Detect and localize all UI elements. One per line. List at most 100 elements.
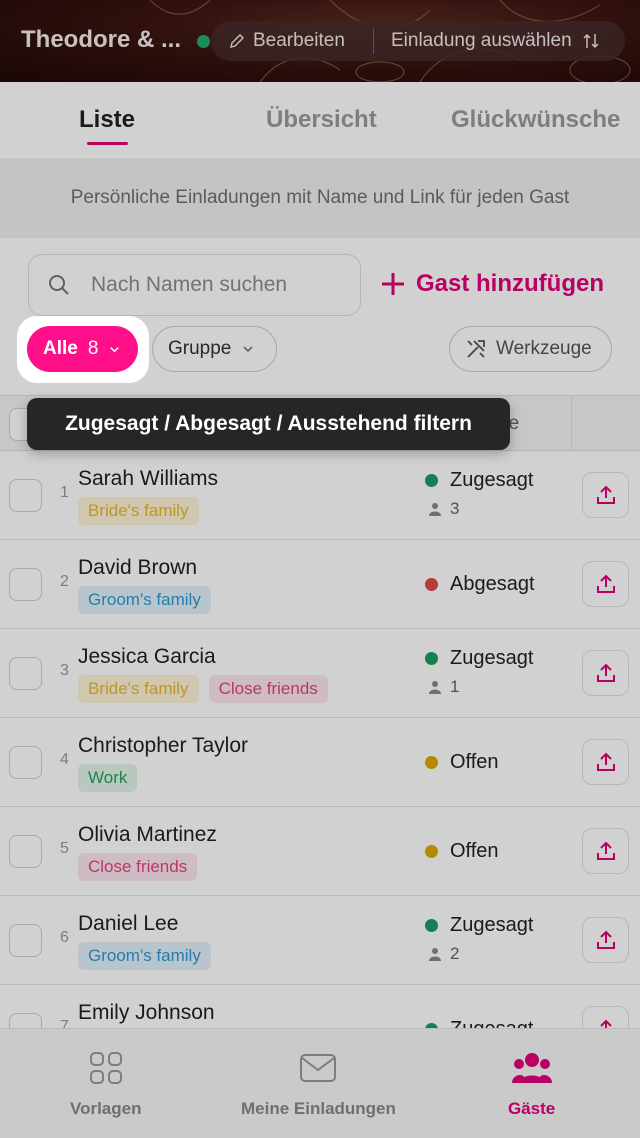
tools-icon [467,340,485,358]
event-title[interactable]: Theodore & ... [21,26,181,54]
status-dot [425,578,438,591]
edit-button[interactable]: Bearbeiten [211,30,373,52]
status-filter-all-button[interactable]: Alle 8 [27,326,138,372]
bottom-navigation: Vorlagen Meine Einladungen Gäste [0,1028,640,1138]
share-icon [596,485,615,504]
tab-glueckwuensche[interactable]: Glückwünsche [451,106,620,134]
table-row[interactable]: 1 Sarah Williams Bride's family Zugesagt 3 [0,451,640,540]
add-guest-button[interactable]: Gast hinzufügen [380,270,604,298]
person-count: 1 [428,677,459,697]
person-icon [429,681,441,694]
active-tab-indicator [87,142,128,145]
status-filter-label: Alle [43,338,78,359]
templates-grid-icon [89,1052,122,1084]
rsvp-status: Zugesagt [425,914,533,937]
guest-name[interactable]: David Brown [78,556,197,580]
rsvp-status: Zugesagt [425,647,533,670]
rsvp-status: Offen [425,751,499,774]
person-count-value: 2 [450,944,460,963]
guest-name[interactable]: Jessica Garcia [78,645,216,669]
group-tag: Groom's family [78,942,211,970]
row-checkbox[interactable] [9,835,42,868]
share-button[interactable] [582,561,629,607]
status-dot [425,845,438,858]
group-filter-button[interactable]: Gruppe [152,326,277,372]
pencil-icon [230,34,244,48]
guest-tags: Groom's family [78,942,211,970]
group-tag: Bride's family [78,675,199,703]
guest-name[interactable]: Emily Johnson [78,1001,215,1025]
nav-templates[interactable]: Vorlagen [70,1051,141,1119]
status-dot [425,919,438,932]
table-row[interactable]: 5 Olivia Martinez Close friends Offen [0,807,640,896]
search-placeholder: Nach Namen suchen [91,273,288,296]
row-checkbox[interactable] [9,657,42,690]
tab-liste[interactable]: Liste [79,106,135,134]
nav-guests-label: Gäste [508,1099,556,1118]
person-count-value: 3 [450,499,460,518]
rsvp-status: Zugesagt [425,469,533,492]
status-label: Offen [450,840,499,862]
nav-guests[interactable]: Gäste [508,1051,555,1119]
share-icon [596,841,615,860]
person-count: 3 [428,499,459,519]
status-label: Offen [450,751,499,773]
row-checkbox[interactable] [9,479,42,512]
group-tag: Close friends [208,675,328,703]
share-button[interactable] [582,650,629,696]
status-label: Zugesagt [450,647,534,669]
share-button[interactable] [582,917,629,963]
share-icon [596,663,615,682]
nav-my-invitations-label: Meine Einladungen [241,1099,396,1118]
group-tag: Bride's family [78,497,199,525]
search-input[interactable]: Nach Namen suchen [28,254,361,316]
share-button[interactable] [582,472,629,518]
status-label: Zugesagt [450,914,534,936]
search-icon [49,275,69,295]
share-icon [596,752,615,771]
guest-tags: Groom's family [78,586,211,614]
status-dot [425,474,438,487]
tab-bar: Liste Übersicht Glückwünsche [0,82,640,158]
app-header: Theodore & ... Bearbeiten Einladung ausw… [0,0,640,82]
group-filter-label: Gruppe [168,338,232,359]
status-filter-count: 8 [87,338,99,359]
tools-button[interactable]: Werkzeuge [449,326,612,372]
guest-name[interactable]: Christopher Taylor [78,734,248,758]
person-count-value: 1 [450,677,460,696]
tab-uebersicht[interactable]: Übersicht [266,106,377,134]
guest-name[interactable]: Sarah Williams [78,467,218,491]
row-checkbox[interactable] [9,924,42,957]
row-number: 4 [60,751,69,768]
select-invitation-button[interactable]: Einladung auswählen [374,30,600,52]
guest-tags: Bride's family Close friends [78,675,328,703]
share-button[interactable] [582,739,629,785]
nav-my-invitations[interactable]: Meine Einladungen [241,1051,396,1119]
status-label: Zugesagt [450,469,534,491]
plus-icon [382,273,404,295]
row-checkbox[interactable] [9,746,42,779]
guest-name[interactable]: Daniel Lee [78,912,178,936]
guest-tags: Work [78,764,138,792]
share-icon [596,930,615,949]
row-checkbox[interactable] [9,568,42,601]
rsvp-status: Offen [425,840,499,863]
guest-tags: Close friends [78,853,198,881]
table-row[interactable]: 4 Christopher Taylor Work Offen [0,718,640,807]
row-number: 6 [60,929,69,946]
onboarding-tooltip: Zugesagt / Abgesagt / Ausstehend filtern [27,398,510,450]
table-row[interactable]: 2 David Brown Groom's family Abgesagt [0,540,640,629]
table-row[interactable]: 3 Jessica Garcia Bride's family Close frien… [0,629,640,718]
status-dot [425,652,438,665]
rsvp-status: Abgesagt [425,573,535,596]
person-icon [429,948,441,961]
person-icon [429,503,441,516]
chevron-down-icon [243,346,253,353]
guest-name[interactable]: Olivia Martinez [78,823,217,847]
share-icon [596,574,615,593]
select-invitation-label: Einladung auswählen [391,30,572,51]
table-row[interactable]: 6 Daniel Lee Groom's family Zugesagt 2 [0,896,640,985]
share-button[interactable] [582,828,629,874]
tools-label: Werkzeuge [496,338,592,359]
envelope-icon [300,1054,337,1082]
